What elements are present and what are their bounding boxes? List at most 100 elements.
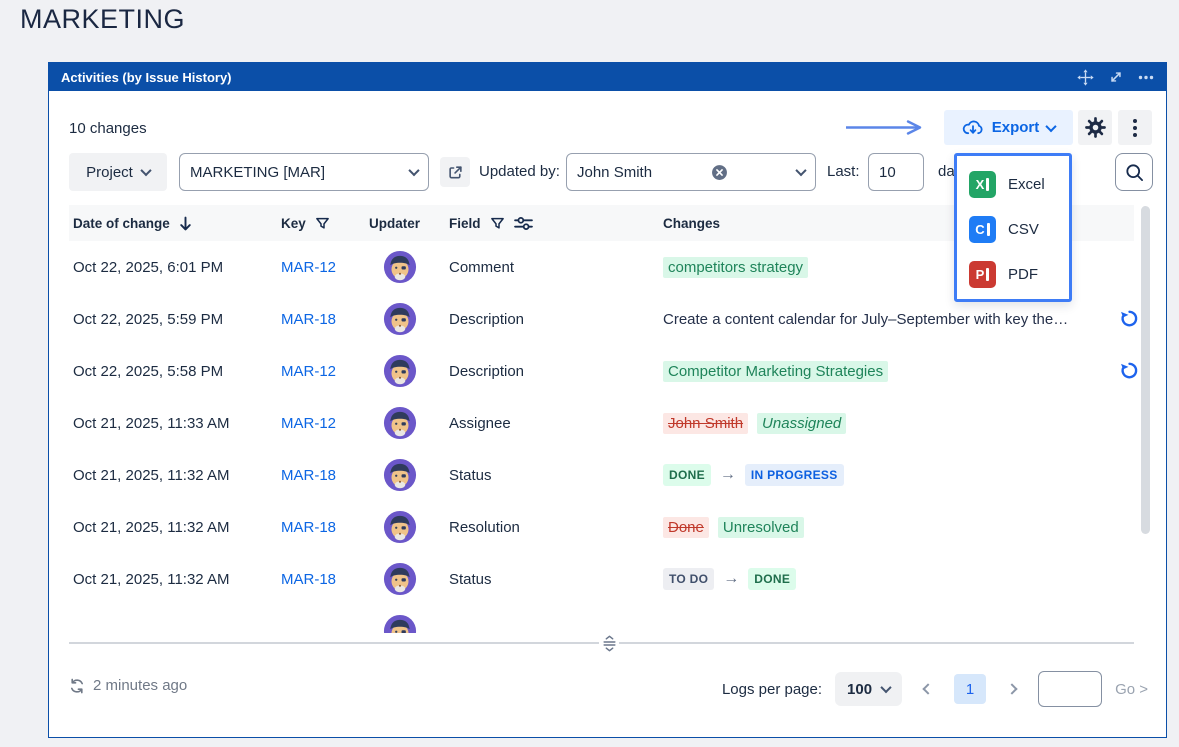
more-actions-button[interactable] (1118, 110, 1152, 145)
restore-button[interactable] (1119, 361, 1139, 381)
filter-type-dropdown[interactable]: Project (69, 153, 167, 191)
table-row: Oct 21, 2025, 11:33 AMMAR-12AssigneeJohn… (69, 397, 1141, 449)
header-date[interactable]: Date of change (73, 216, 281, 231)
refresh-status[interactable]: 2 minutes ago (69, 677, 187, 694)
changes-cell: Create a content calendar for July–Septe… (663, 311, 1141, 328)
user-avatar-icon (383, 458, 417, 492)
updater-cell (369, 614, 449, 633)
updater-cell (369, 250, 449, 284)
issue-key-link[interactable]: MAR-18 (281, 467, 369, 484)
move-icon[interactable] (1077, 69, 1094, 86)
excel-icon: X (969, 171, 996, 198)
project-select[interactable]: MARKETING [MAR] (179, 153, 429, 191)
table-row (69, 605, 1141, 633)
column-settings-icon[interactable] (514, 216, 533, 231)
pagination: Logs per page: 100 1 Go > (722, 671, 1148, 707)
export-menu-item-excel[interactable]: X Excel (969, 167, 1069, 201)
screen: MARKETING Activities (by Issue History) … (0, 0, 1179, 747)
updated-by-select[interactable]: John Smith (566, 153, 816, 191)
chevron-down-icon (140, 165, 151, 176)
file-letter: X (976, 177, 985, 192)
change-segment: Unresolved (718, 517, 804, 538)
field-cell: Comment (449, 259, 663, 276)
issue-key-link[interactable]: MAR-12 (281, 259, 369, 276)
changes-cell: TO DO → DONE (663, 568, 1141, 590)
export-menu-item-csv[interactable]: CCSV (969, 212, 1069, 246)
change-segment: TO DO (663, 568, 714, 590)
logs-per-page-label: Logs per page: (722, 681, 822, 698)
field-cell: Assignee (449, 415, 663, 432)
table-row: Oct 21, 2025, 11:32 AMMAR-18StatusTO DO→… (69, 553, 1141, 605)
change-segment: Create a content calendar for July–Septe… (663, 311, 1068, 328)
prev-page-button[interactable] (915, 674, 941, 704)
open-in-new-button[interactable] (440, 157, 470, 187)
issue-key-link[interactable]: MAR-18 (281, 571, 369, 588)
change-segment: Done (663, 517, 709, 538)
change-segment: DONE (748, 568, 796, 590)
file-letter: C (975, 222, 984, 237)
page-title: MARKETING (20, 4, 185, 35)
table-row: Oct 22, 2025, 5:58 PMMAR-12DescriptionCo… (69, 345, 1141, 397)
issue-key-link[interactable]: MAR-12 (281, 415, 369, 432)
search-button[interactable] (1115, 153, 1153, 191)
changes-cell: John SmithUnassigned (663, 413, 1141, 434)
filter-icon[interactable] (490, 216, 505, 231)
filter-icon[interactable] (315, 216, 330, 231)
issue-key-link[interactable]: MAR-18 (281, 311, 369, 328)
changes-cell: Done Unresolved (663, 517, 1141, 538)
csv-icon: C (969, 216, 996, 243)
field-cell: Status (449, 467, 663, 484)
vertical-scrollbar[interactable] (1141, 206, 1150, 534)
search-icon (1125, 163, 1144, 182)
go-button[interactable]: Go > (1115, 681, 1148, 698)
issue-key-link[interactable]: MAR-18 (281, 519, 369, 536)
change-segment: → (720, 466, 736, 484)
field-cell: Description (449, 311, 663, 328)
updated-by-value: John Smith (577, 164, 652, 181)
user-avatar-icon (383, 302, 417, 336)
panel-title: Activities (by Issue History) (61, 70, 232, 85)
settings-button[interactable] (1078, 110, 1112, 145)
refreshed-text: 2 minutes ago (93, 677, 187, 694)
logs-per-page-select[interactable]: 100 (835, 672, 902, 706)
current-page-button[interactable]: 1 (954, 674, 986, 704)
change-segment: Unassigned (757, 413, 846, 434)
change-segment: DONE (663, 464, 711, 486)
goto-page-input[interactable] (1038, 671, 1102, 707)
user-avatar-icon (383, 562, 417, 596)
last-days-input[interactable] (868, 153, 924, 191)
header-field[interactable]: Field (449, 216, 663, 231)
export-menu-label: PDF (1008, 266, 1038, 283)
logs-per-page-value: 100 (847, 681, 872, 698)
updater-cell (369, 562, 449, 596)
restore-icon (1120, 309, 1139, 328)
resize-handle-icon[interactable] (599, 633, 619, 653)
date-cell: Oct 21, 2025, 11:32 AM (73, 519, 281, 536)
sort-desc-icon[interactable] (179, 216, 192, 231)
issue-key-link[interactable]: MAR-12 (281, 363, 369, 380)
annotation-arrow (844, 119, 932, 141)
cloud-download-icon (962, 119, 984, 136)
date-cell: Oct 22, 2025, 5:59 PM (73, 311, 281, 328)
chevron-right-icon (1006, 683, 1017, 694)
restore-button[interactable] (1119, 309, 1139, 329)
clear-user-icon[interactable] (711, 164, 728, 181)
restore-icon (1120, 361, 1139, 380)
refresh-icon (69, 678, 85, 694)
chevron-left-icon (922, 683, 933, 694)
export-menu-label: Excel (1008, 176, 1045, 193)
last-label: Last: (827, 163, 860, 180)
export-menu-item-pdf[interactable]: PPDF (969, 257, 1069, 291)
expand-icon[interactable] (1109, 70, 1123, 84)
export-button[interactable]: Export (944, 110, 1073, 145)
user-avatar-icon (383, 354, 417, 388)
kebab-icon (1133, 119, 1137, 137)
header-key[interactable]: Key (281, 216, 369, 231)
activities-panel: Activities (by Issue History) 10 changes (48, 62, 1167, 738)
change-segment: → (723, 570, 739, 588)
table-row: Oct 21, 2025, 11:32 AMMAR-18StatusDONE→I… (69, 449, 1141, 501)
user-avatar-icon (383, 614, 417, 633)
updater-cell (369, 458, 449, 492)
next-page-button[interactable] (999, 674, 1025, 704)
panel-more-icon[interactable] (1138, 75, 1154, 80)
